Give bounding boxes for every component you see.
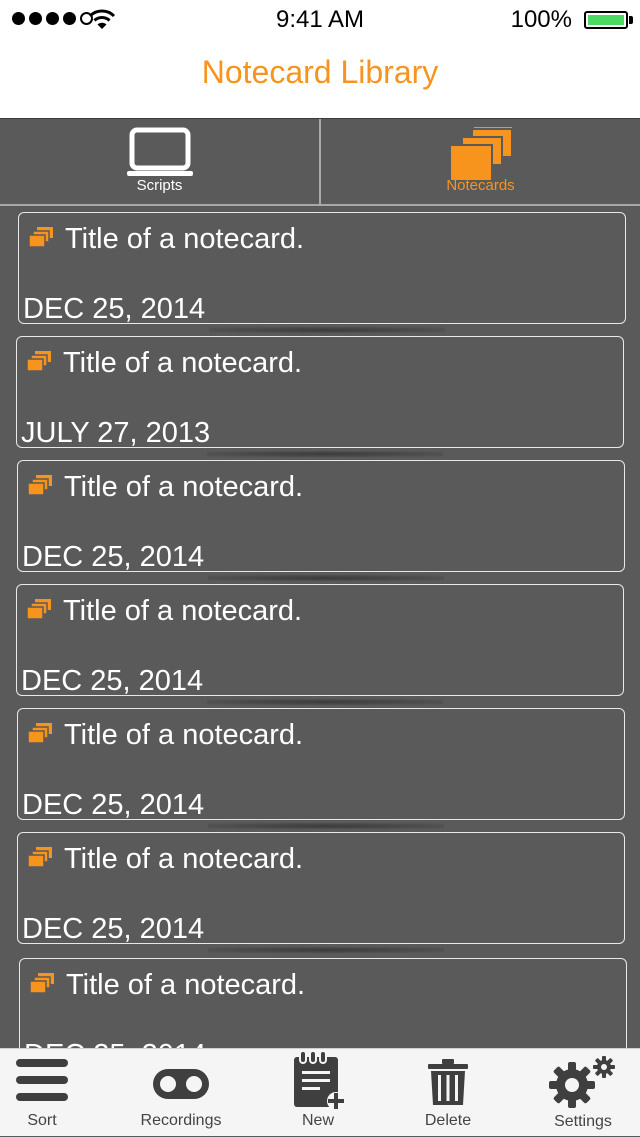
notecard-item[interactable]: Title of a notecard. DEC 25, 2014 (17, 708, 625, 829)
notecard-date: JULY 27, 2013 (21, 417, 211, 449)
notecard-date: DEC 25, 2014 (22, 913, 205, 945)
tab-notecards-label: Notecards (446, 177, 515, 194)
notecard-item[interactable]: Title of a notecard. DEC 25, 2014 (17, 832, 625, 953)
new-button[interactable]: New (278, 1049, 358, 1137)
notecard-item[interactable]: Title of a notecard. DEC 25, 2014 (18, 212, 626, 333)
notecard-title: Title of a notecard. (63, 595, 303, 627)
notecard-icon (27, 351, 51, 371)
notecard-date: DEC 25, 2014 (21, 665, 204, 697)
notecard-item[interactable]: Title of a notecard. DEC 25, 2014 (16, 584, 624, 705)
navigation-bar: Notecard Library (0, 40, 640, 118)
status-bar: 9:41 AM 100% (0, 0, 640, 40)
delete-label: Delete (424, 1112, 472, 1129)
settings-label: Settings (554, 1113, 612, 1130)
recordings-button[interactable]: Recordings (130, 1049, 232, 1137)
notecard-list[interactable]: Title of a notecard. DEC 25, 2014 Title … (0, 206, 640, 1048)
notecard-icon (27, 599, 51, 619)
notecard-item[interactable]: Title of a notecard. JULY 27, 2013 (16, 336, 624, 457)
notecard-date: DEC 25, 2014 (23, 293, 206, 325)
notecard-date: DEC 25, 2014 (22, 541, 205, 573)
sort-label: Sort (27, 1112, 57, 1129)
battery-icon (584, 11, 628, 29)
gears-icon (549, 1056, 615, 1108)
hamburger-icon (16, 1059, 68, 1101)
notecard-item[interactable]: Title of a notecard. DEC 25, 2014 (19, 958, 627, 1048)
notecard-title: Title of a notecard. (66, 969, 306, 1001)
sort-button[interactable]: Sort (0, 1049, 84, 1137)
notecard-icon (30, 973, 54, 993)
tab-notecards[interactable]: Notecards (319, 119, 640, 204)
new-label: New (301, 1112, 334, 1129)
trash-icon (428, 1059, 468, 1105)
notecard-icon (28, 847, 52, 867)
delete-button[interactable]: Delete (410, 1049, 486, 1137)
notecard-date: DEC 25, 2014 (22, 789, 205, 821)
laptop-icon (126, 127, 193, 176)
bottom-toolbar: Sort Recordings New Delete Settings (0, 1048, 640, 1136)
notecard-item[interactable]: Title of a notecard. DEC 25, 2014 (17, 460, 625, 581)
new-note-icon (294, 1051, 345, 1110)
page-title: Notecard Library (201, 54, 439, 90)
cassette-icon (153, 1069, 209, 1099)
notecard-icon (28, 723, 52, 743)
notecard-title: Title of a notecard. (64, 719, 304, 751)
tab-scripts-label: Scripts (136, 177, 183, 194)
notecard-icon (28, 475, 52, 495)
battery-percent: 100% (510, 6, 572, 33)
library-segmented-control: Scripts Notecards (0, 118, 640, 206)
notecard-title: Title of a notecard. (65, 223, 305, 255)
recordings-label: Recordings (140, 1112, 222, 1129)
notecard-icon (29, 227, 53, 247)
tab-scripts[interactable]: Scripts (0, 119, 319, 204)
notecard-title: Title of a notecard. (64, 471, 304, 503)
notecard-date: DEC 25, 2014 (24, 1039, 206, 1048)
notecard-title: Title of a notecard. (63, 347, 303, 379)
settings-button[interactable]: Settings (540, 1049, 626, 1137)
notecard-title: Title of a notecard. (64, 843, 304, 875)
